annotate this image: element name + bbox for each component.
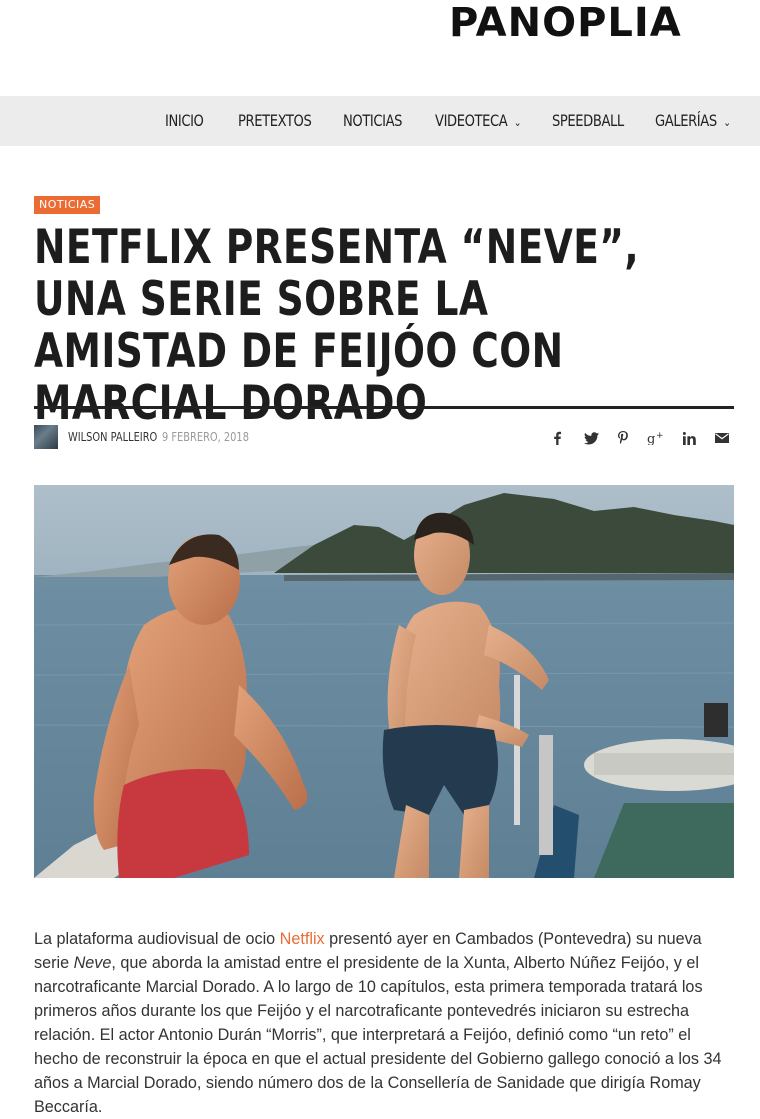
nav-item-noticias[interactable]: NOTICIAS	[343, 96, 402, 146]
pinterest-icon[interactable]	[613, 428, 633, 448]
nav-item-label: GALERÍAS	[655, 111, 717, 130]
nav-item-galerias[interactable]: GALERÍAS ⌄	[655, 96, 731, 146]
title-divider	[34, 406, 734, 409]
nav-item-label: INICIO	[165, 111, 204, 130]
nav-item-videoteca[interactable]: VIDEOTECA ⌄	[435, 96, 521, 146]
article-body: La plataforma audiovisual de ocio Netfli…	[34, 927, 734, 1119]
category-badge[interactable]: NOTICIAS	[34, 196, 101, 214]
body-text-segment: , que aborda la amistad entre el preside…	[34, 954, 722, 1116]
linkedin-icon[interactable]	[679, 428, 699, 448]
email-icon[interactable]	[712, 428, 732, 448]
google-plus-icon[interactable]: g +	[646, 428, 666, 448]
author-name[interactable]: WILSON PALLEIRO	[68, 429, 157, 445]
chevron-down-icon: ⌄	[723, 116, 731, 129]
nav-item-label: SPEEDBALL	[552, 111, 624, 130]
nav-item-label: NOTICIAS	[343, 111, 403, 130]
facebook-icon[interactable]	[547, 428, 567, 448]
site-logo[interactable]: PANOPLIA	[449, 0, 689, 50]
chevron-down-icon: ⌄	[513, 116, 522, 129]
author-avatar[interactable]	[34, 425, 58, 449]
post-date: 9 FEBRERO, 2018	[162, 430, 249, 444]
twitter-icon[interactable]	[581, 428, 601, 448]
body-text-segment: La plataforma audiovisual de ocio	[34, 930, 280, 948]
article-title: NETFLIX PRESENTA “NEVE”, UNA SERIE SOBRE…	[34, 220, 640, 431]
netflix-link[interactable]: Netflix	[280, 930, 325, 948]
main-nav: INICIO PRETEXTOS NOTICIAS VIDEOTECA ⌄ SPE…	[0, 96, 760, 146]
nav-item-label: VIDEOTECA	[435, 111, 508, 130]
article-featured-image	[34, 485, 734, 878]
nav-item-speedball[interactable]: SPEEDBALL	[552, 96, 624, 146]
svg-text:+: +	[656, 431, 664, 441]
nav-item-pretextos[interactable]: PRETEXTOS	[238, 96, 312, 146]
series-name: Neve	[73, 954, 112, 972]
nav-item-inicio[interactable]: INICIO	[165, 96, 204, 146]
svg-text:g: g	[647, 432, 655, 445]
nav-item-label: PRETEXTOS	[238, 111, 312, 130]
